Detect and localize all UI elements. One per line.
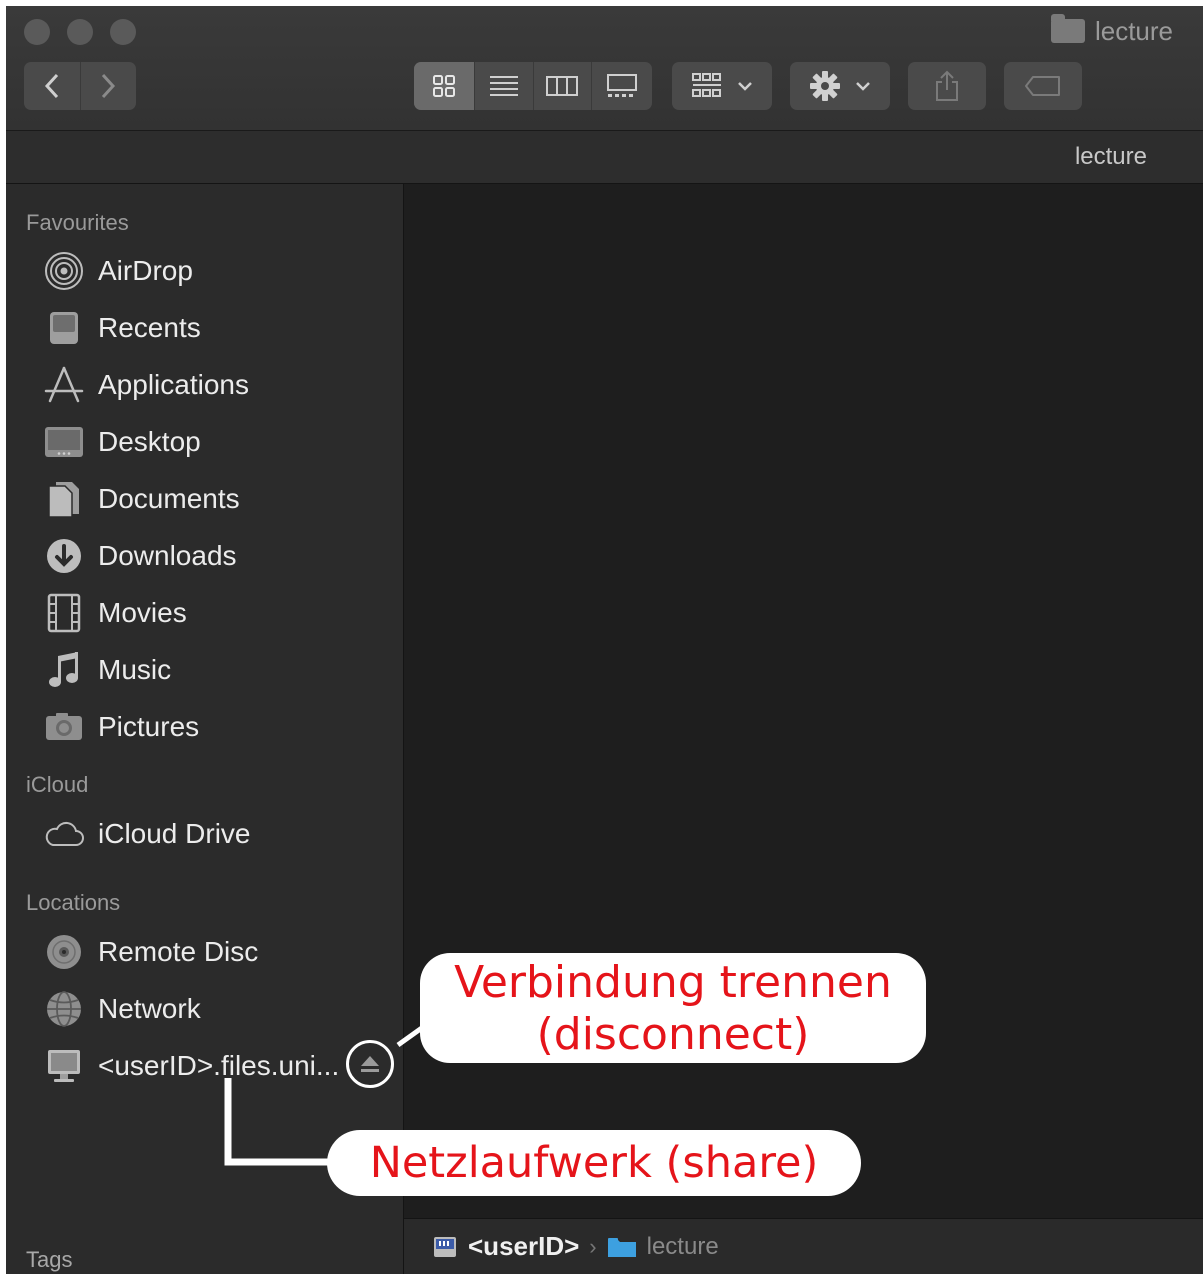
sidebar-item-label: Remote Disc: [98, 936, 259, 967]
folder-icon: [607, 1237, 636, 1257]
sidebar-section-locations: Locations: [26, 890, 121, 915]
sidebar-item-pictures[interactable]: Pictures: [42, 704, 199, 750]
sidebar-item-applications[interactable]: Applications: [42, 362, 249, 408]
server-icon: [434, 1236, 456, 1257]
minimize-window-button[interactable]: [67, 19, 93, 45]
window-title-label: lecture: [1094, 15, 1173, 46]
tag-icon: [1025, 76, 1060, 96]
gallery-view-icon: [607, 74, 638, 97]
toolbar: lecture: [6, 6, 1203, 131]
sidebar-item-label: <userID>.files.uni...: [98, 1050, 340, 1081]
finder-window: lecture lecture Favourites AirDrop Recen…: [6, 6, 1203, 1274]
documents-icon: [42, 477, 86, 521]
sidebar-item-label: Desktop: [98, 426, 201, 457]
path-header-label: lecture: [1074, 143, 1147, 170]
chevron-down-icon: [738, 82, 752, 91]
share-icon: [936, 70, 958, 101]
disconnect-callout-line: Verbindung trennen: [454, 957, 892, 1008]
sidebar-item-music[interactable]: Music: [42, 647, 171, 693]
eject-icon: [361, 1056, 379, 1072]
list-view-icon: [489, 76, 518, 96]
path-segment-label: <userID>: [468, 1231, 580, 1261]
chevron-down-icon: [856, 82, 870, 91]
airdrop-icon: [42, 249, 86, 293]
sidebar-item-label: Downloads: [98, 540, 237, 571]
icon-view-icon: [432, 75, 455, 97]
sidebar-section-icloud: iCloud: [26, 772, 89, 797]
sidebar-item-label: Recents: [98, 312, 201, 343]
close-window-button[interactable]: [24, 19, 50, 45]
sidebar-item-desktop[interactable]: Desktop: [42, 419, 201, 465]
path-header: lecture: [6, 131, 1203, 184]
gallery-view-button[interactable]: [592, 62, 652, 110]
sidebar-section-tags: Tags: [26, 1247, 73, 1272]
view-mode-control: [414, 62, 652, 110]
folder-icon: [1050, 14, 1085, 43]
sidebar-item-label: Pictures: [98, 711, 200, 742]
group-icon: [692, 73, 721, 97]
desktop-icon: [42, 420, 86, 464]
disconnect-callout-line: (disconnect): [536, 1009, 810, 1060]
sidebar-section-favourites: Favourites: [26, 210, 129, 235]
navigation-buttons: [24, 62, 136, 110]
sidebar-item-label: Documents: [98, 483, 240, 514]
pictures-icon: [42, 705, 86, 749]
movies-icon: [42, 591, 86, 635]
path-segment-label: lecture: [646, 1232, 719, 1260]
sidebar-item-documents[interactable]: Documents: [42, 476, 240, 522]
action-button[interactable]: [790, 62, 890, 110]
network-icon: [42, 987, 86, 1031]
share-button[interactable]: [908, 62, 986, 110]
path-bar: <userID> › lecture: [404, 1218, 1203, 1274]
share-callout: Netzlaufwerk (share): [327, 1130, 861, 1196]
music-icon: [42, 648, 86, 692]
group-button[interactable]: [672, 62, 772, 110]
sidebar-item-label: Applications: [98, 369, 249, 400]
recents-icon: [42, 306, 86, 350]
zoom-window-button[interactable]: [110, 19, 136, 45]
path-segment-lecture[interactable]: lecture: [607, 1233, 719, 1261]
sidebar-item-share-drive[interactable]: <userID>.files.uni...: [42, 1043, 339, 1089]
chevron-left-icon: [44, 73, 58, 99]
back-button[interactable]: [24, 62, 81, 110]
sidebar-item-movies[interactable]: Movies: [42, 590, 187, 636]
eject-button[interactable]: [346, 1040, 394, 1088]
column-view-icon: [546, 76, 579, 96]
sidebar-item-label: Network: [98, 993, 201, 1024]
disconnect-callout: Verbindung trennen (disconnect): [420, 953, 926, 1063]
downloads-icon: [42, 534, 86, 578]
forward-button[interactable]: [81, 62, 137, 110]
window-title: lecture: [1050, 14, 1173, 46]
sidebar-item-remote-disc[interactable]: Remote Disc: [42, 929, 258, 975]
path-segment-userid[interactable]: <userID>: [432, 1231, 579, 1262]
sidebar-item-label: Music: [98, 654, 172, 685]
sidebar-item-recents[interactable]: Recents: [42, 305, 201, 351]
sidebar-item-downloads[interactable]: Downloads: [42, 533, 237, 579]
chevron-right-icon: [102, 73, 116, 99]
sidebar: Favourites AirDrop Recents Applications …: [6, 184, 404, 1274]
sidebar-item-label: AirDrop: [98, 255, 193, 286]
sidebar-item-label: iCloud Drive: [98, 818, 251, 849]
icon-view-button[interactable]: [414, 62, 475, 110]
column-view-button[interactable]: [534, 62, 593, 110]
gear-icon: [810, 71, 840, 101]
server-icon: [42, 1044, 86, 1088]
chevron-right-icon: ›: [589, 1233, 597, 1259]
sidebar-item-network[interactable]: Network: [42, 986, 201, 1032]
icloud-icon: [42, 812, 86, 856]
sidebar-item-label: Movies: [98, 597, 187, 628]
sidebar-item-icloud-drive[interactable]: iCloud Drive: [42, 811, 251, 857]
sidebar-item-airdrop[interactable]: AirDrop: [42, 248, 193, 294]
remote-disc-icon: [42, 930, 86, 974]
tag-button[interactable]: [1004, 62, 1082, 110]
list-view-button[interactable]: [475, 62, 534, 110]
applications-icon: [42, 363, 86, 407]
